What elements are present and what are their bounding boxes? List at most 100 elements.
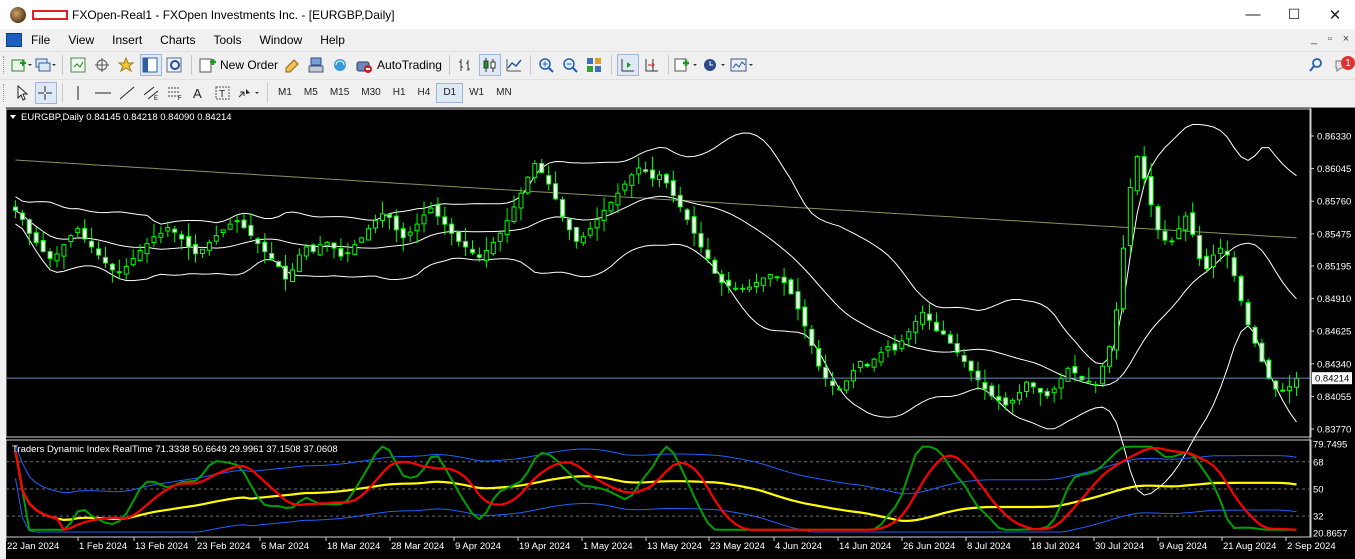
mdi-close-button[interactable]: × [1338, 33, 1354, 45]
terminal-icon[interactable] [140, 54, 162, 76]
candle-body [1058, 378, 1064, 389]
signals-icon[interactable] [306, 54, 328, 76]
minimize-button[interactable]: — [1230, 0, 1276, 29]
market-watch-icon[interactable] [68, 54, 90, 76]
candle-body [809, 328, 815, 347]
candle-body [1294, 378, 1299, 388]
templates-icon[interactable] [730, 54, 756, 76]
market-icon[interactable] [330, 54, 352, 76]
candle-body [705, 249, 711, 259]
search-icon[interactable] [1306, 54, 1328, 76]
autoscroll-icon[interactable] [641, 54, 663, 76]
timeframe-m5[interactable]: M5 [298, 83, 324, 103]
moving-average-line [15, 159, 1297, 239]
price-chart[interactable]: 0.86330 0.86045 0.85760 0.85475 0.85195 0.849… [6, 108, 1355, 559]
timeframe-h4[interactable]: H4 [412, 83, 437, 103]
maximize-button[interactable]: ☐ [1271, 0, 1317, 29]
mdi-minimize-button[interactable]: _ [1306, 33, 1322, 45]
tile-windows-icon[interactable] [584, 54, 606, 76]
candle-body [774, 276, 780, 279]
menu-insert[interactable]: Insert [103, 33, 151, 47]
timeframe-m1[interactable]: M1 [272, 83, 298, 103]
timeframe-h1[interactable]: H1 [387, 83, 412, 103]
text-label-icon[interactable]: T [212, 82, 234, 104]
candle-body [518, 192, 524, 209]
candle-body [220, 229, 226, 234]
timeframe-d1[interactable]: D1 [436, 82, 464, 103]
candle-body [747, 286, 752, 290]
price-tick-label: 0.85475 [1317, 229, 1351, 240]
candle-body [1155, 206, 1161, 231]
menu-file[interactable]: File [22, 33, 59, 47]
chart-shift-icon[interactable] [616, 54, 639, 76]
candle-body [892, 343, 898, 351]
timeframe-m30[interactable]: M30 [355, 83, 386, 103]
candle-body [1210, 254, 1216, 268]
candle-body [871, 358, 877, 368]
candle-body [442, 216, 448, 225]
candle-body [511, 206, 517, 222]
fibonacci-icon[interactable]: F [164, 82, 186, 104]
candle-body [760, 277, 766, 286]
autotrading-button[interactable]: AutoTrading [353, 54, 445, 76]
date-tick-label: 28 Mar 2024 [391, 541, 444, 552]
menu-view[interactable]: View [59, 33, 103, 47]
candle-body [1044, 391, 1050, 397]
cursor-icon[interactable] [11, 82, 33, 104]
candlestick-icon[interactable] [478, 54, 501, 76]
metaeditor-icon[interactable] [282, 54, 304, 76]
line-chart-icon[interactable] [503, 54, 525, 76]
candle-body [629, 174, 635, 186]
candle-body [525, 176, 531, 194]
chart-window[interactable]: 0.86330 0.86045 0.85760 0.85475 0.85195 0.849… [6, 107, 1355, 559]
price-tick-label: 0.86330 [1317, 132, 1351, 143]
candle-body [269, 253, 275, 259]
candle-body [546, 175, 552, 185]
strategy-tester-icon[interactable] [164, 54, 186, 76]
vertical-line-icon[interactable] [68, 82, 90, 104]
new-order-button[interactable]: New Order [196, 54, 281, 76]
navigator-icon[interactable] [116, 54, 138, 76]
zoom-out-icon[interactable] [560, 54, 582, 76]
text-icon[interactable]: A [188, 82, 210, 104]
new-chart-icon[interactable] [11, 54, 33, 76]
autotrading-icon [356, 61, 373, 73]
data-window-icon[interactable] [92, 54, 114, 76]
timeframe-m15[interactable]: M15 [324, 83, 355, 103]
candle-body [816, 348, 822, 367]
periods-icon[interactable] [702, 54, 728, 76]
timeframe-w1[interactable]: W1 [463, 83, 490, 103]
candle-body [470, 248, 475, 254]
menu-charts[interactable]: Charts [151, 33, 204, 47]
menu-help[interactable]: Help [311, 33, 354, 47]
candle-body [456, 231, 462, 242]
mdi-restore-button[interactable]: ▫ [1322, 33, 1338, 45]
profiles-icon[interactable] [35, 54, 57, 76]
candle-body [435, 204, 441, 217]
candle-body [580, 236, 586, 244]
candle-body [103, 256, 108, 264]
candle-body [1197, 235, 1203, 259]
candle-body [386, 213, 392, 218]
date-tick-label: 19 Apr 2024 [519, 541, 570, 552]
candle-body [698, 233, 704, 248]
drawing-toolbar: E F A T M1 M5 M15 M30 H1 H4 D1 W1 MN [0, 79, 1355, 105]
indicators-icon[interactable] [674, 54, 700, 76]
arrows-icon[interactable] [236, 82, 262, 104]
horizontal-line-icon[interactable] [92, 82, 114, 104]
candle-body [1134, 156, 1140, 192]
timeframe-mn[interactable]: MN [490, 83, 518, 103]
candle-body [179, 234, 185, 240]
bar-chart-icon[interactable] [455, 54, 477, 76]
candle-body [504, 220, 510, 236]
candle-body [906, 331, 912, 340]
close-button[interactable]: ✕ [1312, 0, 1355, 29]
trendline-icon[interactable] [116, 82, 138, 104]
equidistant-channel-icon[interactable]: E [140, 82, 162, 104]
candle-body [89, 240, 95, 248]
crosshair-icon[interactable] [35, 81, 57, 104]
candle-body [61, 244, 67, 257]
menu-tools[interactable]: Tools [205, 33, 251, 47]
menu-window[interactable]: Window [251, 33, 312, 47]
zoom-in-icon[interactable] [536, 54, 558, 76]
